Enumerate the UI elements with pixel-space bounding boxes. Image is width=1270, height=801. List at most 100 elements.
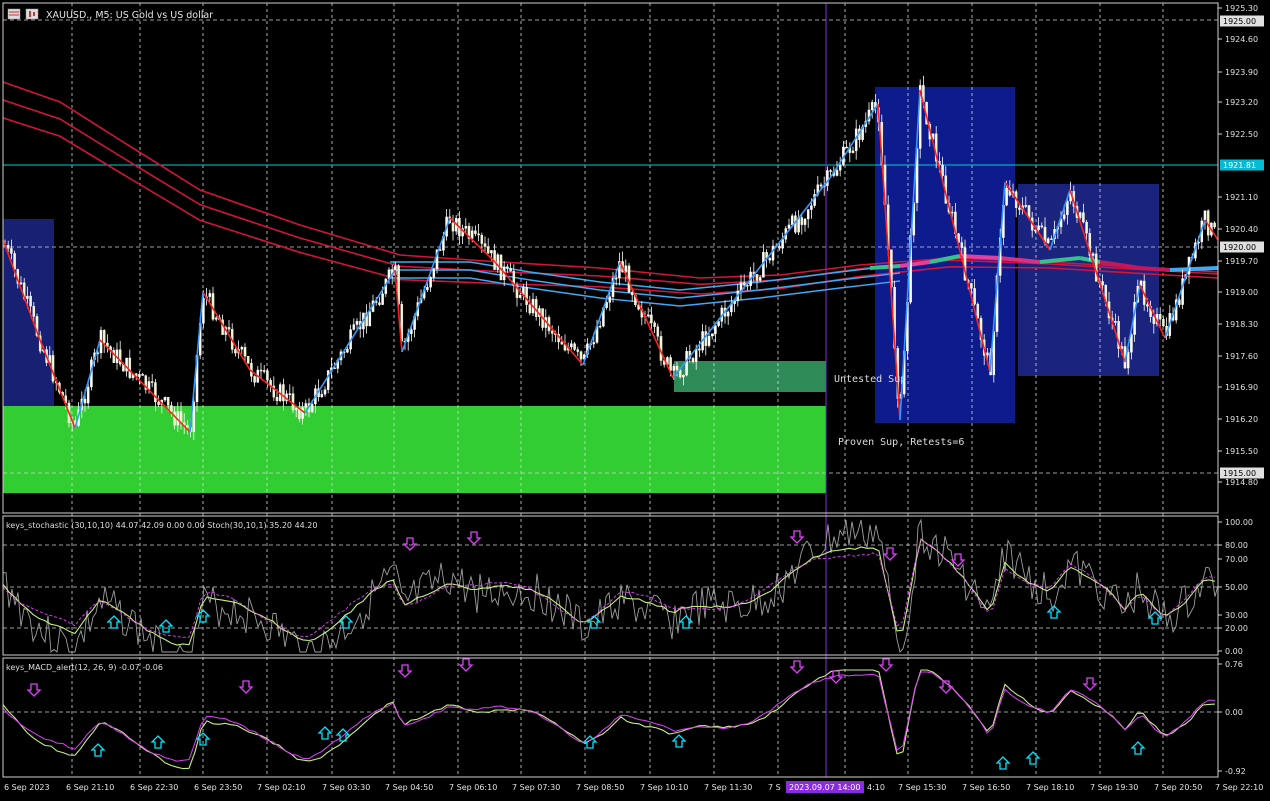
candle-bull bbox=[320, 394, 324, 398]
stoch-tick-label: 80.00 bbox=[1225, 541, 1248, 550]
candle-bull bbox=[771, 245, 775, 261]
time-axis-label: 6 Sep 2023 bbox=[4, 783, 50, 792]
candle-bull bbox=[125, 357, 128, 372]
time-axis-label: 7 Sep 06:10 bbox=[449, 783, 497, 792]
candle-bear bbox=[973, 288, 976, 305]
candle-bull bbox=[326, 370, 330, 390]
candle-bear bbox=[941, 164, 944, 176]
candle-bull bbox=[806, 209, 810, 220]
chart-type-icon[interactable] bbox=[25, 8, 39, 20]
candle-bear bbox=[1101, 281, 1104, 286]
time-axis-label: 7 Sep 22:10 bbox=[1215, 783, 1263, 792]
candle-bear bbox=[102, 330, 106, 344]
candle-bear bbox=[819, 184, 823, 187]
candle-bull bbox=[781, 239, 784, 249]
candle-bear bbox=[698, 348, 701, 351]
time-axis-label: 7 Sep 02:10 bbox=[257, 783, 305, 792]
macd-tick-label: -0.92 bbox=[1225, 767, 1246, 776]
symbol-title: XAUUSD., M5: US Gold vs US dollar bbox=[46, 10, 213, 21]
candle-bear bbox=[483, 243, 487, 247]
candle-bear bbox=[675, 365, 679, 370]
candle-bull bbox=[346, 349, 349, 353]
candle-bear bbox=[778, 246, 781, 249]
chart-menu-icon[interactable] bbox=[7, 8, 21, 20]
candle-bull bbox=[570, 343, 573, 348]
candle-bear bbox=[243, 347, 247, 357]
chart-canvas[interactable]: XAUUSD., M5: US Gold vs US dollar Untest… bbox=[0, 0, 1270, 797]
time-axis-label: 6 Sep 21:10 bbox=[66, 783, 114, 792]
candle-bull bbox=[288, 393, 292, 395]
candle-bull bbox=[294, 407, 298, 411]
candle-bull bbox=[426, 287, 429, 291]
time-axis-label: 7 Sep 04:50 bbox=[385, 783, 433, 792]
untested-sup-label: Untested Sup bbox=[834, 374, 906, 385]
candle-bear bbox=[291, 393, 295, 411]
candle-bull bbox=[614, 277, 618, 280]
candle-bull bbox=[986, 352, 989, 356]
candle-bull bbox=[682, 374, 685, 378]
candle-bear bbox=[154, 382, 157, 403]
candle-bear bbox=[506, 266, 509, 269]
candle-bear bbox=[1018, 207, 1021, 210]
trading-terminal-chart: XAUUSD., M5: US Gold vs US dollar Untest… bbox=[0, 0, 1270, 797]
candle-bear bbox=[534, 299, 538, 317]
candle-bear bbox=[480, 234, 484, 244]
macd-title: keys_MACD_alert(12, 26, 9) -0.07 -0.06 bbox=[6, 663, 163, 672]
time-axis-label: 7 Sep 10:10 bbox=[640, 783, 688, 792]
candle-bear bbox=[1162, 319, 1165, 327]
candle-bull bbox=[310, 403, 314, 413]
candle-bear bbox=[474, 230, 477, 234]
candle-bear bbox=[282, 384, 285, 402]
candle-bear bbox=[970, 283, 973, 289]
candle-bull bbox=[490, 250, 493, 254]
candle-bull bbox=[301, 407, 304, 419]
candle-bear bbox=[259, 369, 263, 372]
candle-bull bbox=[381, 293, 384, 305]
time-axis-label: 7 Sep 08:50 bbox=[576, 783, 624, 792]
candle-bear bbox=[509, 267, 512, 272]
stoch-tick-label: 30.00 bbox=[1225, 611, 1248, 620]
candle-bear bbox=[141, 374, 144, 376]
proven-sup-label: Proven Sup, Retests=6 bbox=[838, 437, 964, 448]
candle-bear bbox=[976, 304, 980, 319]
candle-bull bbox=[352, 324, 356, 330]
candle-bear bbox=[579, 351, 583, 360]
proven-support-zone bbox=[3, 406, 826, 493]
time-axis-label: 4:10 bbox=[867, 783, 885, 792]
time-axis-label: 6 Sep 22:30 bbox=[130, 783, 178, 792]
candle-bear bbox=[32, 306, 36, 317]
price-tick-label: 1919.70 bbox=[1225, 257, 1258, 266]
candle-bear bbox=[1082, 212, 1085, 223]
untested-support-zone bbox=[674, 361, 826, 392]
candle-bear bbox=[275, 396, 279, 402]
candle-bear bbox=[157, 401, 160, 405]
time-axis-label: 7 Sep 19:30 bbox=[1090, 783, 1138, 792]
candle-bear bbox=[170, 405, 173, 412]
candle-bull bbox=[758, 277, 762, 281]
candle-bear bbox=[451, 222, 455, 232]
level-price-label: 1915.00 bbox=[1223, 469, 1256, 478]
price-tick-label: 1918.30 bbox=[1225, 320, 1258, 329]
candle-bear bbox=[656, 326, 660, 337]
candle-bull bbox=[870, 102, 874, 111]
cursor-time-label: 2023.09.07 14:00 bbox=[789, 783, 860, 792]
stoch-tick-label: 0.00 bbox=[1225, 647, 1243, 656]
candle-bear bbox=[845, 146, 848, 149]
stoch-tick-label: 70.00 bbox=[1225, 555, 1248, 564]
candle-bear bbox=[1158, 314, 1162, 320]
candle-bull bbox=[838, 164, 842, 171]
candle-bull bbox=[714, 325, 717, 334]
candle-bull bbox=[518, 294, 522, 298]
candle-bull bbox=[1091, 253, 1095, 256]
candle-bull bbox=[851, 150, 855, 153]
price-tick-label: 1917.60 bbox=[1225, 352, 1258, 361]
time-axis-label: 7 Sep 03:30 bbox=[322, 783, 370, 792]
time-axis-label: 7 Sep 18:10 bbox=[1026, 783, 1074, 792]
time-axis-label: 7 Sep 16:50 bbox=[962, 783, 1010, 792]
candle-bear bbox=[1050, 238, 1053, 240]
candle-bear bbox=[742, 282, 746, 286]
candle-bear bbox=[800, 217, 804, 225]
candle-bear bbox=[1146, 304, 1149, 307]
candle-bull bbox=[592, 342, 596, 345]
candle-bear bbox=[186, 425, 189, 428]
